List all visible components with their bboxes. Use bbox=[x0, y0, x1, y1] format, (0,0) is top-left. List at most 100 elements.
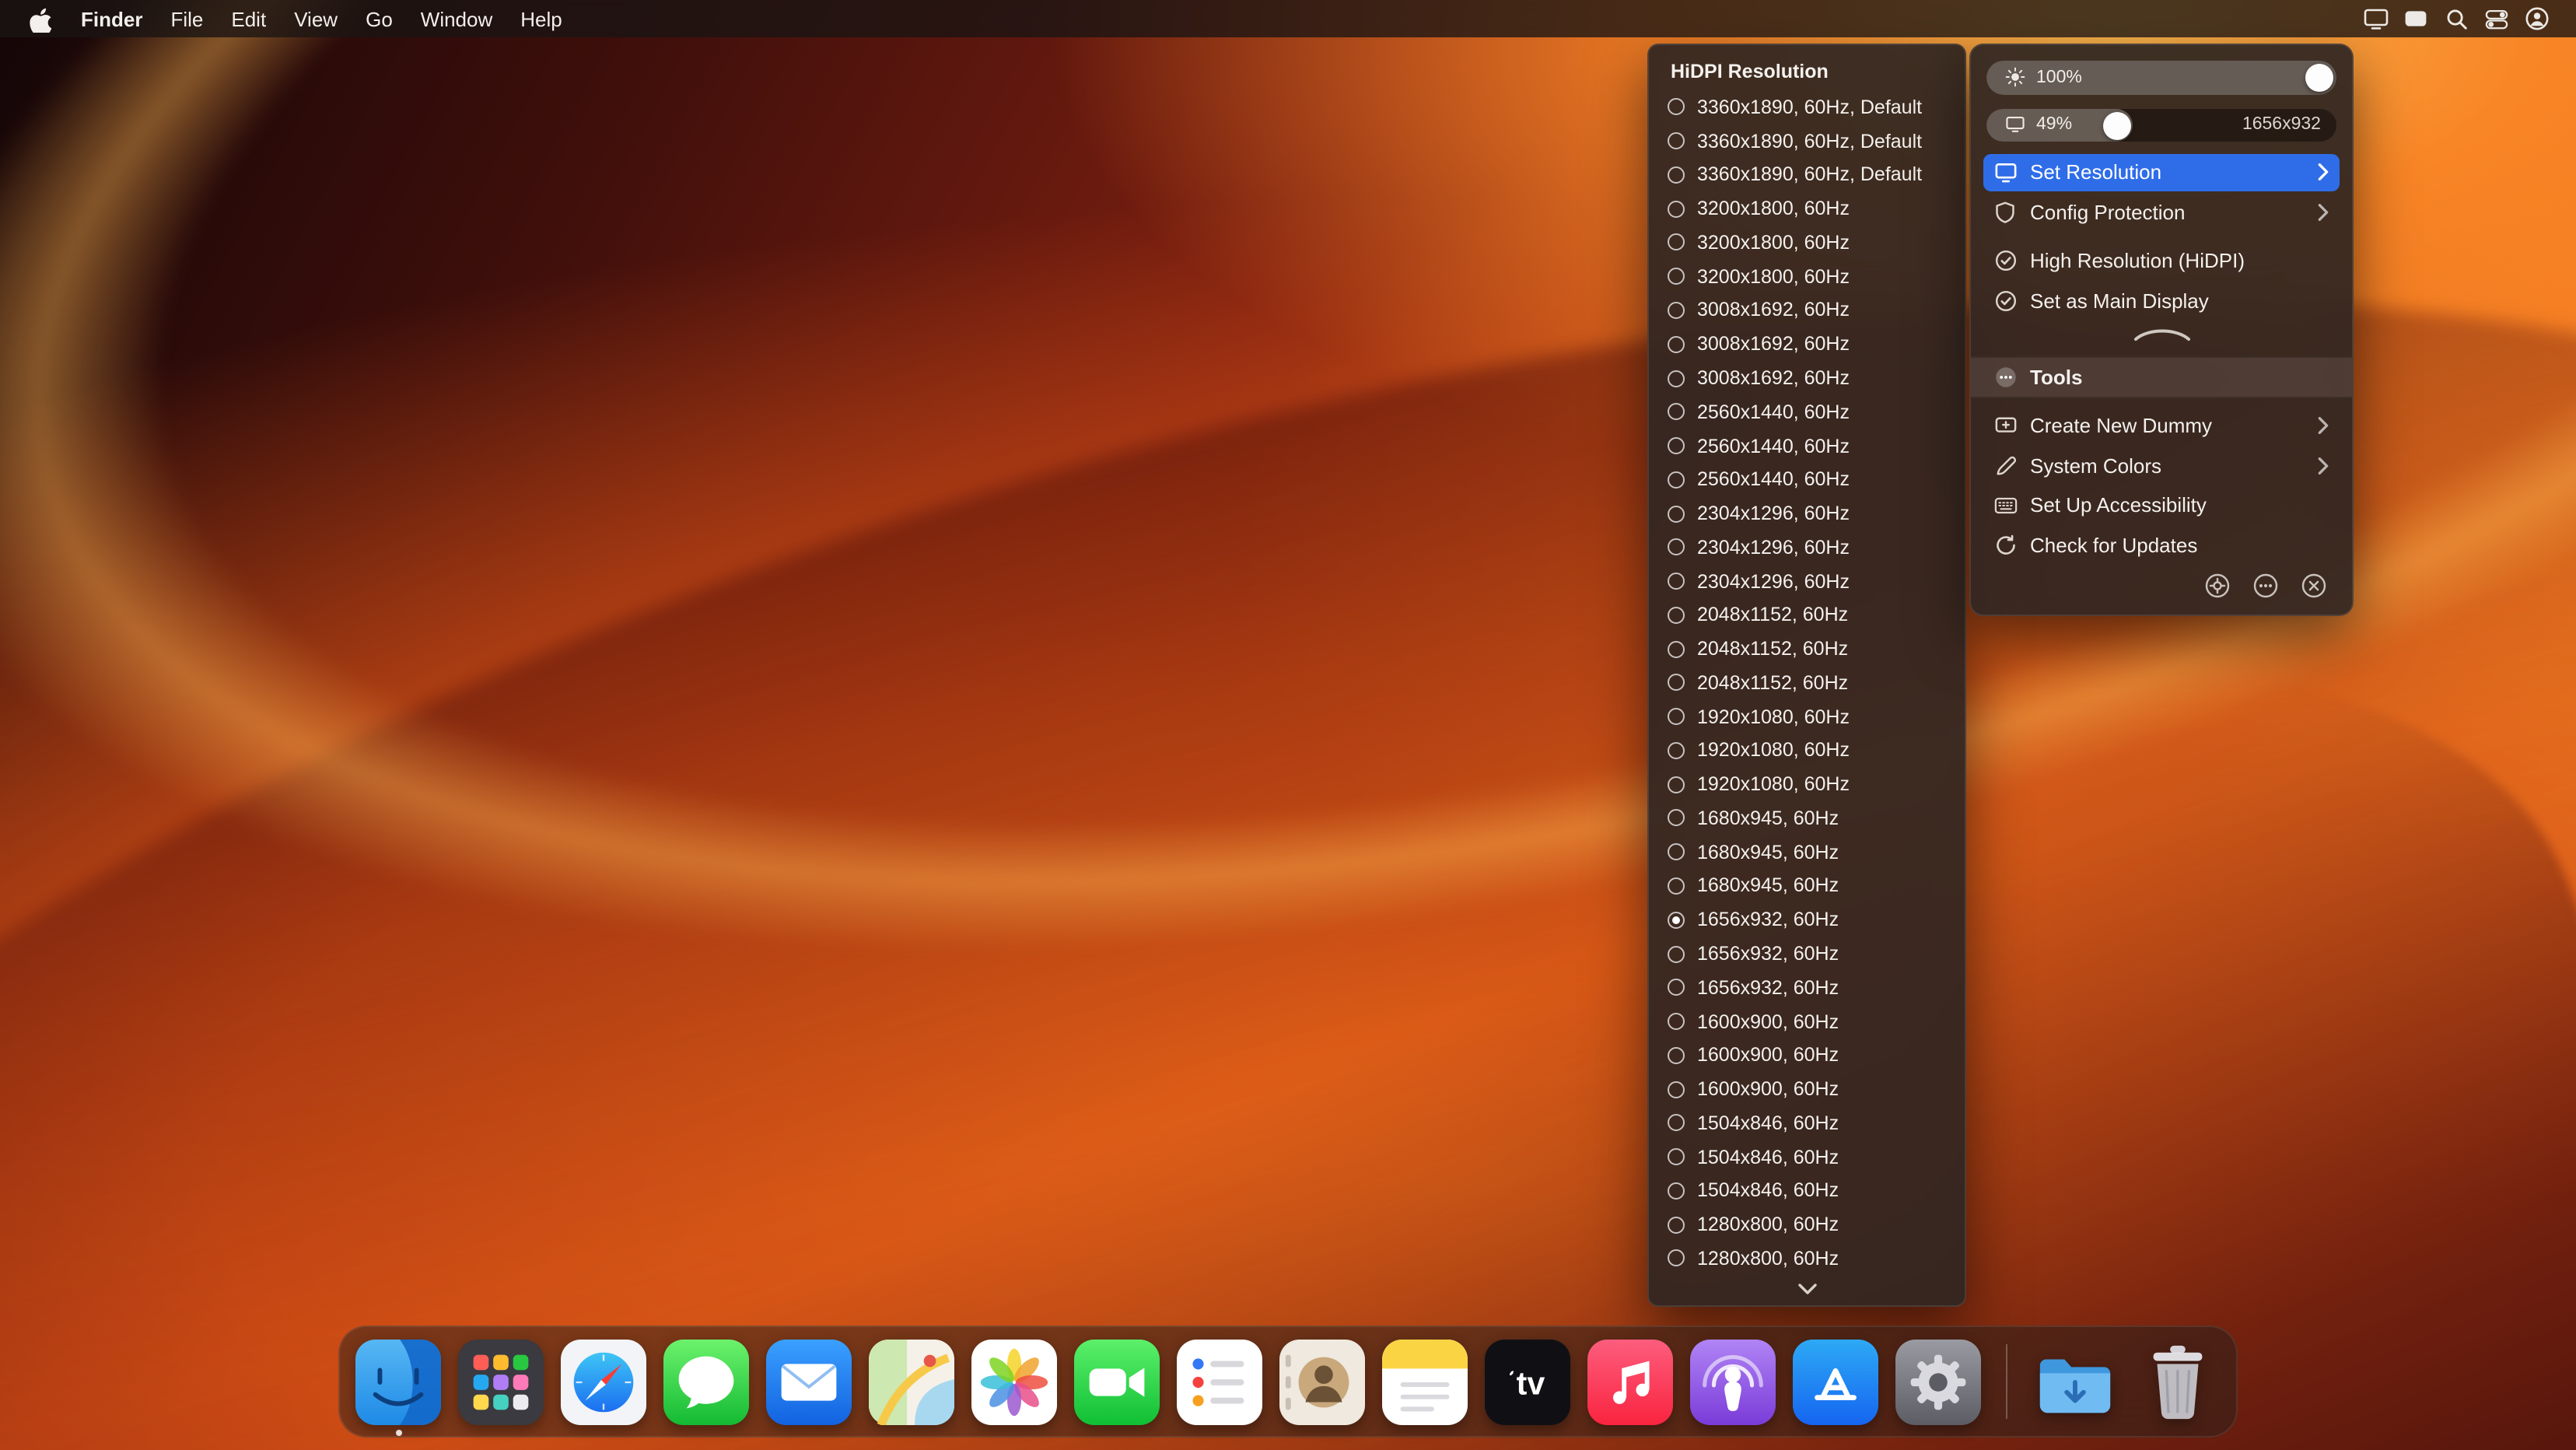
resolution-option[interactable]: 2304x1296, 60Hz bbox=[1649, 564, 1965, 598]
resolution-option[interactable]: 1600x900, 60Hz bbox=[1649, 1038, 1965, 1073]
resolution-option[interactable]: 2560x1440, 60Hz bbox=[1649, 463, 1965, 497]
radio-icon bbox=[1668, 1046, 1685, 1064]
resolution-option-label: 1680x945, 60Hz bbox=[1697, 841, 1839, 863]
menu-item-label: Set Resolution bbox=[2030, 160, 2162, 184]
resolution-option-label: 3008x1692, 60Hz bbox=[1697, 333, 1850, 355]
resolution-option[interactable]: 3360x1890, 60Hz, Default bbox=[1649, 124, 1965, 159]
resolution-option[interactable]: 3360x1890, 60Hz, Default bbox=[1649, 158, 1965, 192]
resolution-option[interactable]: 1600x900, 60Hz bbox=[1649, 1072, 1965, 1106]
dock-icon-tv[interactable]: tv bbox=[1485, 1339, 1570, 1424]
resolution-option[interactable]: 1656x932, 60Hz bbox=[1649, 937, 1965, 971]
menu-go[interactable]: Go bbox=[352, 0, 407, 37]
menu-item-create-new-dummy[interactable]: Create New Dummy bbox=[1983, 408, 2340, 444]
resolution-option[interactable]: 3008x1692, 60Hz bbox=[1649, 361, 1965, 395]
resolution-option[interactable]: 3008x1692, 60Hz bbox=[1649, 293, 1965, 327]
menu-window[interactable]: Window bbox=[407, 0, 507, 37]
menu-item-high-resolution[interactable]: High Resolution (HiDPI) bbox=[1983, 243, 2340, 279]
menu-item-set-up-accessibility[interactable]: Set Up Accessibility bbox=[1983, 487, 2340, 524]
dock-icon-system-settings[interactable] bbox=[1895, 1339, 1981, 1424]
resolution-option-label: 2048x1152, 60Hz bbox=[1697, 671, 1849, 694]
resolution-option[interactable]: 2560x1440, 60Hz bbox=[1649, 395, 1965, 429]
resolution-option[interactable]: 2304x1296, 60Hz bbox=[1649, 496, 1965, 531]
resolution-option[interactable]: 2048x1152, 60Hz bbox=[1649, 598, 1965, 632]
dock-icon-maps[interactable] bbox=[869, 1339, 954, 1424]
dock-icon-app-store[interactable] bbox=[1793, 1339, 1878, 1424]
dock-icon-music[interactable] bbox=[1587, 1339, 1673, 1424]
resolution-option[interactable]: 1680x945, 60Hz bbox=[1649, 869, 1965, 903]
resolution-option[interactable]: 3200x1800, 60Hz bbox=[1649, 192, 1965, 226]
menu-file[interactable]: File bbox=[156, 0, 217, 37]
scale-knob[interactable] bbox=[2102, 111, 2131, 140]
menu-item-check-for-updates[interactable]: Check for Updates bbox=[1983, 527, 2340, 563]
dock-icon-contacts[interactable] bbox=[1279, 1339, 1365, 1424]
resolution-option[interactable]: 1656x932, 60Hz bbox=[1649, 903, 1965, 937]
shield-icon bbox=[1993, 200, 2018, 225]
menu-edit[interactable]: Edit bbox=[217, 0, 280, 37]
resolution-option[interactable]: 1600x900, 60Hz bbox=[1649, 1004, 1965, 1038]
brightness-inner: 100% bbox=[1986, 61, 2336, 94]
dock-icon-safari[interactable] bbox=[561, 1339, 646, 1424]
resolution-option[interactable]: 1920x1080, 60Hz bbox=[1649, 768, 1965, 802]
resolution-option-label: 2048x1152, 60Hz bbox=[1697, 604, 1849, 626]
dock-icon-photos[interactable] bbox=[971, 1339, 1057, 1424]
resolution-option[interactable]: 1920x1080, 60Hz bbox=[1649, 734, 1965, 768]
close-icon[interactable] bbox=[2299, 571, 2327, 599]
resolution-option[interactable]: 3200x1800, 60Hz bbox=[1649, 260, 1965, 294]
resolution-option[interactable]: 1656x932, 60Hz bbox=[1649, 971, 1965, 1005]
resolution-option[interactable]: 2048x1152, 60Hz bbox=[1649, 666, 1965, 700]
resolution-option[interactable]: 1504x846, 60Hz bbox=[1649, 1174, 1965, 1208]
brightness-slider[interactable]: 100% bbox=[1986, 61, 2336, 95]
settings-icon[interactable] bbox=[2203, 571, 2231, 599]
resolution-option[interactable]: 2304x1296, 60Hz bbox=[1649, 531, 1965, 565]
resolution-option[interactable]: 1280x800, 60Hz bbox=[1649, 1208, 1965, 1242]
dock-icon-finder[interactable] bbox=[355, 1339, 441, 1435]
dock-icon-notes[interactable] bbox=[1382, 1339, 1468, 1424]
dock-icon-mail[interactable] bbox=[766, 1339, 852, 1424]
dummy-display-icon[interactable] bbox=[2396, 0, 2436, 37]
resolution-option[interactable]: 2560x1440, 60Hz bbox=[1649, 429, 1965, 463]
resolution-option[interactable]: 1920x1080, 60Hz bbox=[1649, 700, 1965, 734]
dock-icon-trash[interactable] bbox=[2135, 1339, 2221, 1424]
brightness-knob[interactable] bbox=[2305, 64, 2333, 92]
menu-bar-left: Finder File Edit View Go Window Help bbox=[19, 0, 576, 37]
scroll-down-control[interactable] bbox=[1649, 1276, 1965, 1301]
menu-item-system-colors[interactable]: System Colors bbox=[1983, 447, 2340, 484]
dock-icon-facetime[interactable] bbox=[1074, 1339, 1160, 1424]
resolution-option[interactable]: 3360x1890, 60Hz, Default bbox=[1649, 90, 1965, 124]
resolution-option[interactable]: 1504x846, 60Hz bbox=[1649, 1140, 1965, 1174]
more-icon[interactable] bbox=[2251, 571, 2279, 599]
radio-icon bbox=[1668, 437, 1685, 455]
control-center-icon[interactable] bbox=[2476, 0, 2517, 37]
dock-icon-messages[interactable] bbox=[663, 1339, 749, 1424]
resolution-option-label: 3200x1800, 60Hz bbox=[1697, 265, 1850, 288]
display-icon bbox=[1993, 160, 2018, 185]
account-icon[interactable] bbox=[2517, 0, 2557, 37]
resolution-option[interactable]: 3008x1692, 60Hz bbox=[1649, 327, 1965, 362]
menu-item-set-main-display[interactable]: Set as Main Display bbox=[1983, 282, 2340, 319]
dock-icon-downloads[interactable] bbox=[2032, 1339, 2118, 1424]
resolution-option[interactable]: 1504x846, 60Hz bbox=[1649, 1106, 1965, 1140]
collapse-control[interactable] bbox=[1983, 324, 2340, 345]
dock-icon-podcasts[interactable] bbox=[1690, 1339, 1776, 1424]
menu-item-config-protection[interactable]: Config Protection bbox=[1983, 194, 2340, 230]
resolution-option[interactable]: 1680x945, 60Hz bbox=[1649, 835, 1965, 870]
menu-app-name[interactable]: Finder bbox=[67, 0, 156, 37]
resolution-option[interactable]: 2048x1152, 60Hz bbox=[1649, 632, 1965, 667]
brightness-value: 100% bbox=[2036, 68, 2082, 87]
resolution-option-label: 1656x932, 60Hz bbox=[1697, 976, 1839, 999]
dock-divider bbox=[2006, 1344, 2007, 1419]
radio-selected-icon bbox=[1668, 911, 1685, 929]
resolution-option[interactable]: 1280x800, 60Hz bbox=[1649, 1242, 1965, 1276]
menu-item-set-resolution[interactable]: Set Resolution bbox=[1983, 154, 2340, 191]
apple-menu[interactable] bbox=[19, 0, 67, 37]
scale-slider[interactable]: 49% 1656x932 bbox=[1986, 108, 2336, 142]
menu-view[interactable]: View bbox=[280, 0, 352, 37]
search-icon[interactable] bbox=[2436, 0, 2476, 37]
paintbrush-icon bbox=[1993, 454, 2018, 478]
resolution-option[interactable]: 1680x945, 60Hz bbox=[1649, 801, 1965, 835]
display-status-icon[interactable] bbox=[2355, 0, 2396, 37]
dock-icon-reminders[interactable] bbox=[1177, 1339, 1262, 1424]
resolution-option[interactable]: 3200x1800, 60Hz bbox=[1649, 226, 1965, 260]
dock-icon-launchpad[interactable] bbox=[458, 1339, 544, 1424]
menu-help[interactable]: Help bbox=[506, 0, 576, 37]
